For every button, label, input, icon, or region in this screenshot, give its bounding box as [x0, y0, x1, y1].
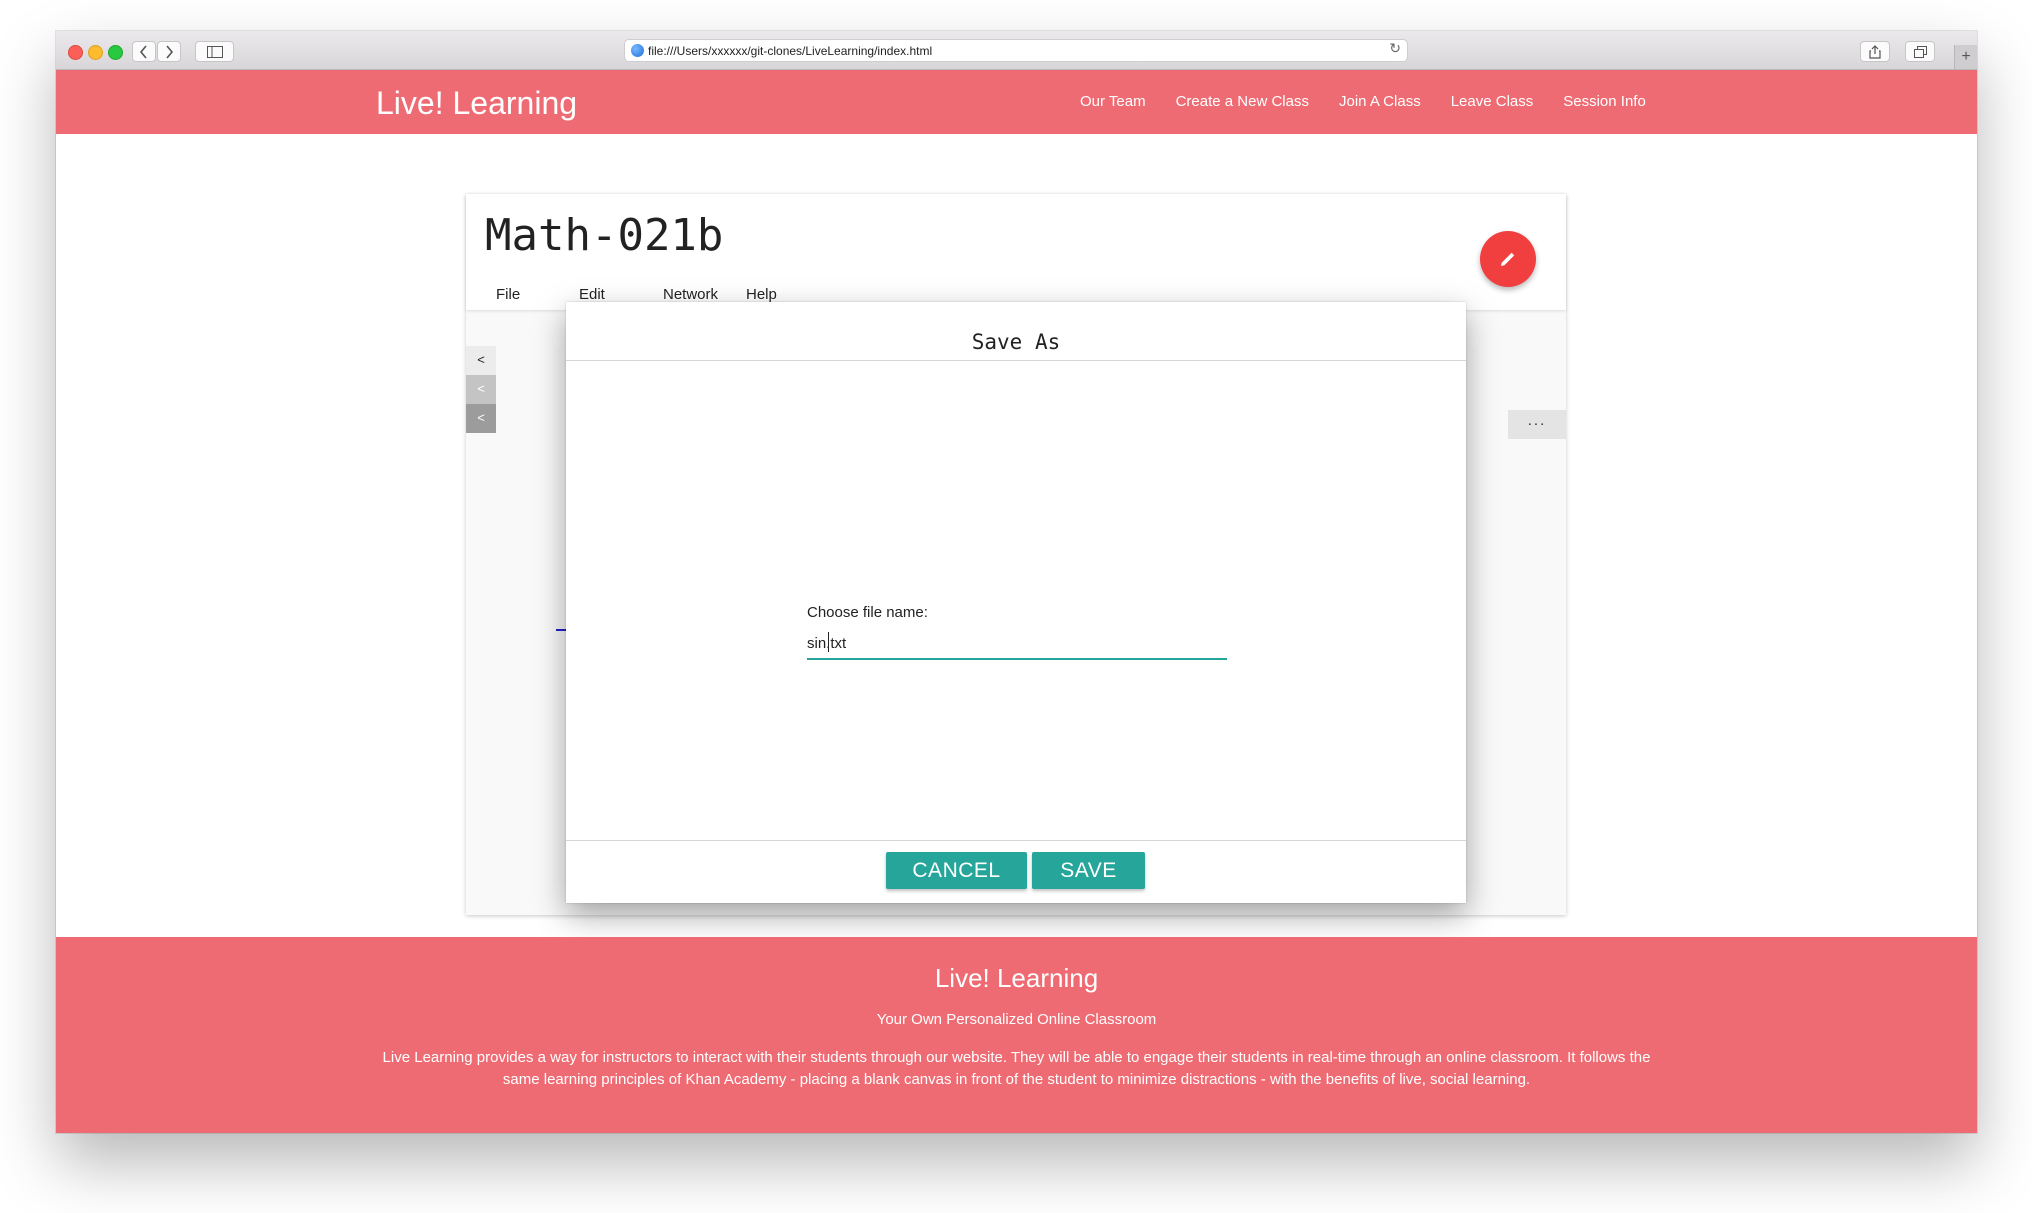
minimize-window-button[interactable] [88, 45, 103, 60]
nav-create-class[interactable]: Create a New Class [1176, 93, 1309, 110]
brand-logo[interactable]: Live! Learning [376, 85, 577, 122]
close-window-button[interactable] [68, 45, 83, 60]
globe-icon [631, 44, 644, 57]
menu-help[interactable]: Help [746, 286, 777, 303]
menu-network[interactable]: Network [663, 286, 718, 303]
text-cursor [828, 632, 829, 652]
save-as-dialog: Save As Choose file name: CANCEL SAVE [566, 302, 1466, 903]
nav-leave-class[interactable]: Leave Class [1451, 93, 1534, 110]
divider [566, 840, 1466, 841]
sidebar-toggle-button[interactable] [195, 41, 234, 62]
footer-description: Live Learning provides a way for instruc… [382, 1049, 1651, 1088]
back-button[interactable] [132, 41, 156, 62]
site-header: Live! Learning Our Team Create a New Cla… [56, 70, 1977, 134]
footer-subtitle: Your Own Personalized Online Classroom [876, 1011, 1157, 1028]
nav-our-team[interactable]: Our Team [1080, 93, 1146, 110]
side-tab-2[interactable]: < [466, 375, 496, 404]
main-nav: Our Team Create a New Class Join A Class… [1080, 93, 1676, 110]
classroom-header: Math-021b File Edit Network Help [466, 194, 1566, 310]
pencil-icon [1501, 252, 1515, 266]
edit-fab-button[interactable] [1480, 231, 1536, 287]
chevron-right-icon [166, 44, 174, 59]
canvas-stroke [556, 629, 566, 631]
nav-join-class[interactable]: Join A Class [1339, 93, 1421, 110]
menu-file[interactable]: File [496, 286, 520, 303]
reload-icon[interactable]: ↻ [1389, 40, 1401, 57]
footer-title: Live! Learning [934, 963, 1099, 993]
divider [566, 360, 1466, 361]
browser-toolbar: file:///Users/xxxxxx/git-clones/LiveLear… [56, 31, 1977, 70]
filename-label: Choose file name: [807, 604, 928, 621]
forward-button[interactable] [157, 41, 181, 62]
save-button[interactable]: SAVE [1032, 852, 1145, 889]
show-tabs-button[interactable] [1905, 41, 1935, 62]
dialog-title: Save As [971, 330, 1061, 354]
sidebar-icon [206, 45, 223, 58]
share-button[interactable] [1860, 41, 1890, 62]
url-text: file:///Users/xxxxxx/git-clones/LiveLear… [648, 44, 933, 58]
filename-input[interactable] [807, 628, 1227, 660]
cancel-button[interactable]: CANCEL [886, 852, 1027, 889]
maximize-window-button[interactable] [108, 45, 123, 60]
tabs-icon [1913, 45, 1927, 58]
chevron-left-icon [139, 44, 147, 59]
nav-session-info[interactable]: Session Info [1563, 93, 1646, 110]
site-footer: Live! Learning Your Own Personalized Onl… [56, 937, 1977, 1133]
side-tab-1[interactable]: < [466, 346, 496, 375]
class-title: Math-021b [485, 210, 724, 261]
menu-edit[interactable]: Edit [579, 286, 605, 303]
address-bar[interactable]: file:///Users/xxxxxx/git-clones/LiveLear… [624, 39, 1408, 62]
browser-window: file:///Users/xxxxxx/git-clones/LiveLear… [56, 31, 1977, 1133]
side-tab-3[interactable]: < [466, 404, 496, 433]
share-icon [1869, 44, 1881, 59]
more-options-button[interactable]: ... [1508, 410, 1566, 439]
new-tab-button[interactable]: + [1954, 45, 1977, 69]
